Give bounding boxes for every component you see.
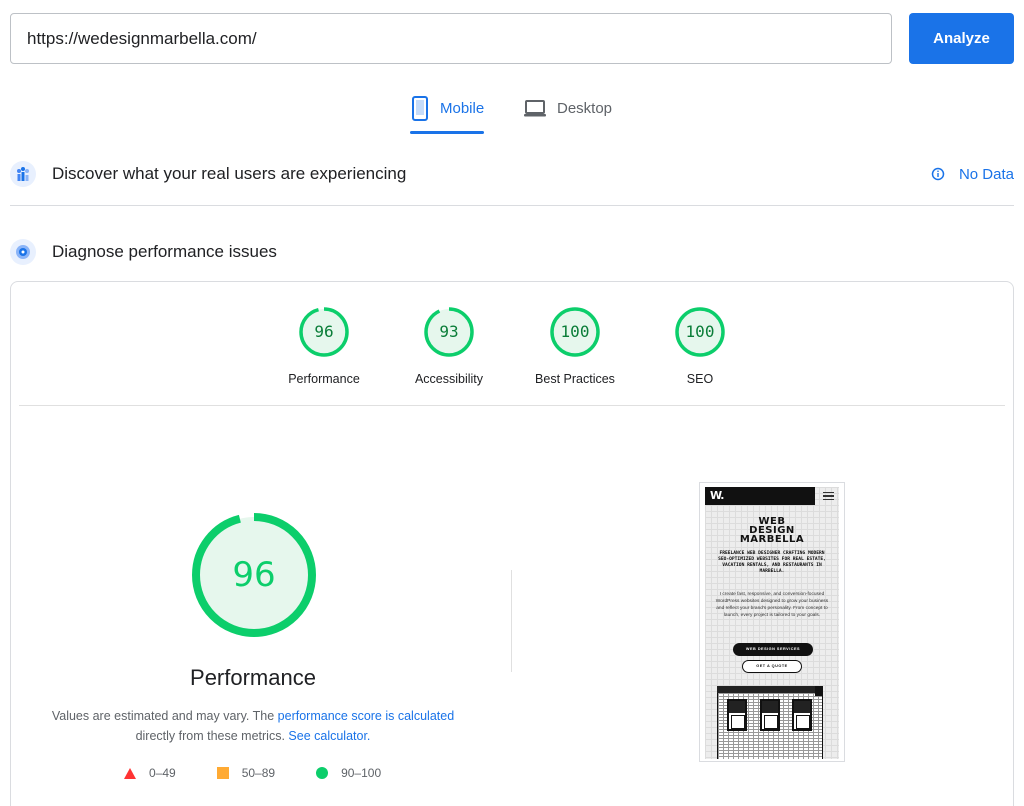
legend-average: 50–89 [216,766,276,780]
gauge-best-practices-label: Best Practices [535,372,615,386]
tab-desktop[interactable]: Desktop [523,90,612,134]
gauge-seo-score: 100 [685,322,715,341]
site-body-text: I create fast, responsive, and conversio… [715,592,829,618]
field-data-title: Discover what your real users are experi… [52,164,407,183]
gauge-accessibility-label: Accessibility [414,372,484,386]
performance-title: Performance [190,665,316,690]
field-data-header: Discover what your real users are experi… [10,161,1014,187]
desc-prefix: Values are estimated and may vary. The [51,709,275,723]
gauge-seo[interactable]: 100 SEO [640,306,760,386]
gauge-performance-score: 96 [314,322,334,341]
score-legend: 0–49 50–89 90–100 [124,766,422,780]
category-gauges: 96 Performance 93 Accessibility 100 Best… [11,306,1013,396]
analyze-button[interactable]: Analyze [909,13,1014,64]
average-square-icon [216,767,229,779]
gauge-performance[interactable]: 96 Performance [264,306,384,386]
legend-pass-label: 90–100 [341,766,382,780]
report-card: 96 Performance 93 Accessibility 100 Best… [10,281,1014,806]
vertical-divider [511,570,512,672]
building-window [727,699,747,731]
gauge-icon [10,239,36,265]
users-chart-icon [10,161,36,187]
site-subtitle: FREELANCE WEB DESIGNER CRAFTING MODERN S… [718,551,826,574]
lab-data-header: Diagnose performance issues [10,239,1014,265]
building-roof [717,686,823,693]
desc-middle: directly from these metrics. [135,729,285,743]
site-logo: W. [710,489,724,502]
laptop-icon [524,100,546,117]
url-input[interactable] [10,13,892,64]
performance-score: 96 [232,555,276,595]
legend-average-label: 50–89 [241,766,276,780]
tab-mobile-label: Mobile [440,100,485,117]
site-secondary-button: GET A QUOTE [742,660,802,673]
building-window [792,699,812,731]
mobile-icon [412,96,428,121]
pass-circle-icon [316,767,329,779]
gauge-best-practices[interactable]: 100 Best Practices [515,306,635,386]
site-title: WEB DESIGN MARBELLA [705,517,839,545]
see-calculator-link[interactable]: See calculator. [288,729,370,743]
site-primary-button: WEB DESIGN SERVICES [733,643,813,656]
lab-data-title: Diagnose performance issues [52,242,277,261]
screenshot-header-bar: W. [705,487,815,505]
building-window [760,699,780,731]
gauge-accessibility-score: 93 [439,322,459,341]
performance-score-link[interactable]: performance score is calculated [278,709,454,723]
legend-pass: 90–100 [316,766,381,780]
gauge-performance-label: Performance [288,372,360,386]
gauge-seo-label: SEO [686,372,714,386]
tab-desktop-label: Desktop [557,100,613,117]
gauge-best-practices-score: 100 [560,322,590,341]
page-screenshot[interactable]: W. WEB DESIGN MARBELLA FREELANCE WEB DES… [699,482,845,762]
performance-description: Values are estimated and may vary. The p… [41,706,465,746]
tab-mobile[interactable]: Mobile [410,90,485,134]
legend-fail-label: 0–49 [149,766,176,780]
fail-triangle-icon [124,767,136,779]
no-data-label: No Data [958,165,1014,183]
info-icon [931,167,945,181]
section-divider [10,205,1014,206]
building-illustration [717,686,823,759]
site-title-line-3: MARBELLA [739,534,805,545]
hamburger-menu-icon [823,492,834,500]
screenshot-content: W. WEB DESIGN MARBELLA FREELANCE WEB DES… [705,487,839,759]
legend-fail: 0–49 [124,766,176,780]
card-divider [19,405,1005,406]
gauge-accessibility[interactable]: 93 Accessibility [389,306,509,386]
no-data-link[interactable]: No Data [931,166,1014,183]
building-roof-cap [815,686,823,696]
